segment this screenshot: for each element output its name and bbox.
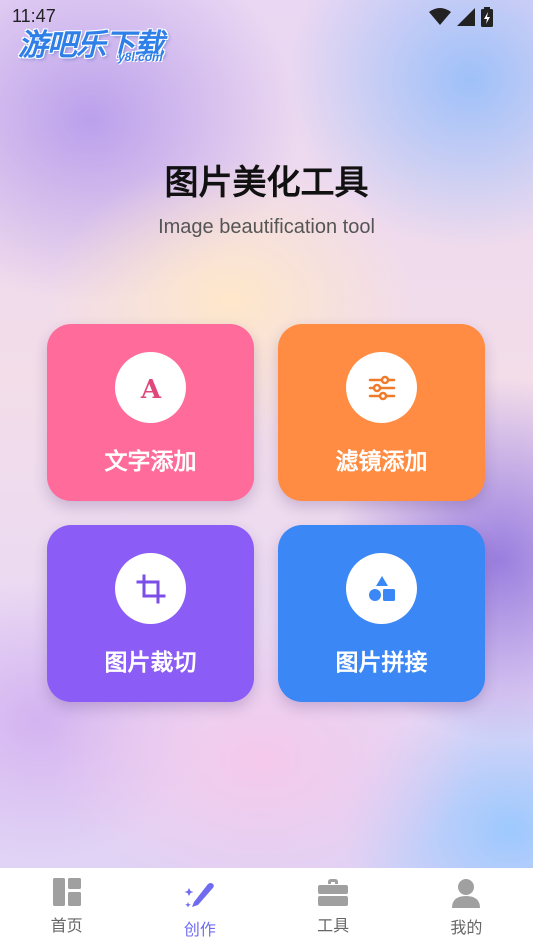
briefcase-icon (318, 879, 349, 906)
watermark-logo-sub: y8l.com (118, 50, 163, 64)
sliders-icon (368, 375, 395, 400)
nav-label-profile: 我的 (450, 918, 483, 937)
filter-add-icon-circle (346, 352, 417, 423)
wifi-icon (429, 8, 451, 25)
nav-item-create[interactable]: 创作 (133, 868, 266, 948)
nav-label-tools: 工具 (317, 916, 350, 935)
bottom-nav: 首页 创作 工具 我的 (0, 868, 533, 948)
page-subtitle: Image beautification tool (158, 216, 375, 238)
nav-item-profile[interactable]: 我的 (400, 868, 533, 948)
text-add-icon-circle: A (115, 352, 186, 423)
filter-add-label: 滤镜添加 (335, 449, 428, 475)
text-add-card[interactable]: A 文字添加 (47, 324, 254, 501)
page-title: 图片美化工具 (164, 163, 369, 203)
user-icon (452, 879, 481, 908)
svg-text:A: A (139, 375, 161, 403)
image-crop-label: 图片裁切 (104, 650, 197, 676)
image-collage-label: 图片拼接 (335, 650, 428, 676)
nav-item-home[interactable]: 首页 (0, 868, 133, 948)
letter-a-icon: A (139, 375, 161, 403)
battery-icon (481, 7, 493, 27)
filter-add-card[interactable]: 滤镜添加 (278, 324, 485, 501)
image-crop-card[interactable]: 图片裁切 (47, 525, 254, 702)
text-add-label: 文字添加 (104, 449, 197, 475)
image-collage-icon-circle (346, 553, 417, 624)
nav-item-tools[interactable]: 工具 (267, 868, 400, 948)
image-crop-icon-circle (115, 553, 186, 624)
status-icons (429, 7, 493, 27)
pen-sparkle-icon (184, 883, 214, 908)
nav-label-home: 首页 (50, 916, 83, 935)
crop-icon (136, 574, 165, 603)
nav-label-create: 创作 (183, 920, 216, 939)
dashboard-icon (52, 878, 81, 906)
shapes-icon (368, 575, 395, 601)
signal-icon (457, 8, 475, 26)
image-collage-card[interactable]: 图片拼接 (278, 525, 485, 702)
